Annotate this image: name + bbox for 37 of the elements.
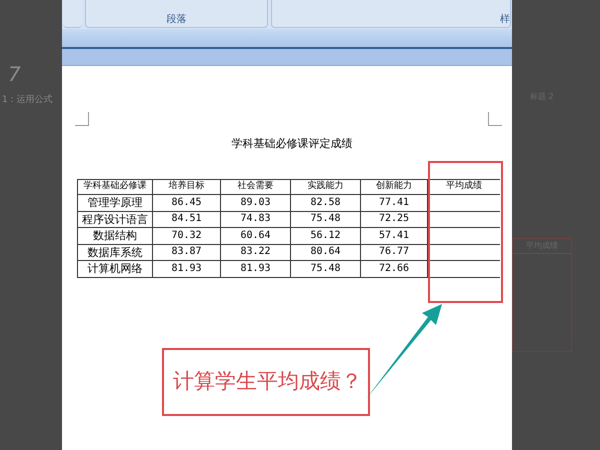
table-cell: 77.41	[360, 195, 428, 212]
table-cell: 74.83	[220, 212, 290, 228]
table-cell: 80.64	[290, 244, 360, 261]
column-header: 社会需要	[220, 178, 290, 195]
column-header: 学科基础必修课	[77, 178, 152, 195]
table-cell: 56.12	[290, 228, 360, 244]
table-cell: 60.64	[220, 228, 290, 244]
column-header: 创新能力	[360, 178, 428, 195]
background-text: 1：运用公式	[2, 94, 54, 107]
table-cell: 81.93	[220, 261, 290, 278]
column-header: 培养目标	[152, 178, 220, 195]
background-text: 7	[7, 64, 22, 84]
table-cell: 83.22	[220, 244, 290, 261]
table-cell: 81.93	[152, 261, 220, 278]
column-header: 平均成绩	[428, 178, 500, 195]
table-cell: 86.45	[152, 195, 220, 212]
table-cell: 70.32	[152, 228, 220, 244]
table-cell: 76.77	[360, 244, 428, 261]
table-cell: 程序设计语言	[77, 212, 152, 228]
column-header: 实践能力	[290, 178, 360, 195]
document-title: 学科基础必修课评定成绩	[232, 136, 352, 152]
table-cell: 数据结构	[77, 228, 152, 244]
group-label: 段落	[166, 15, 186, 25]
table-cell: 84.51	[152, 212, 220, 228]
table-cell: 75.48	[290, 212, 360, 228]
table-cell: 89.03	[220, 195, 290, 212]
table-cell: 83.87	[152, 244, 220, 261]
table-cell: 57.41	[360, 228, 428, 244]
table-cell: 管理学原理	[77, 195, 152, 212]
callout-text: 计算学生平均成绩？	[173, 368, 362, 395]
group-label: 样	[500, 15, 510, 25]
table-cell: 计算机网络	[77, 261, 152, 278]
table-cell: 82.58	[290, 195, 360, 212]
table-cell: 72.66	[360, 261, 428, 278]
table-cell: 数据库系统	[77, 244, 152, 261]
table-cell: 72.25	[360, 212, 428, 228]
table-cell: 75.48	[290, 261, 360, 278]
